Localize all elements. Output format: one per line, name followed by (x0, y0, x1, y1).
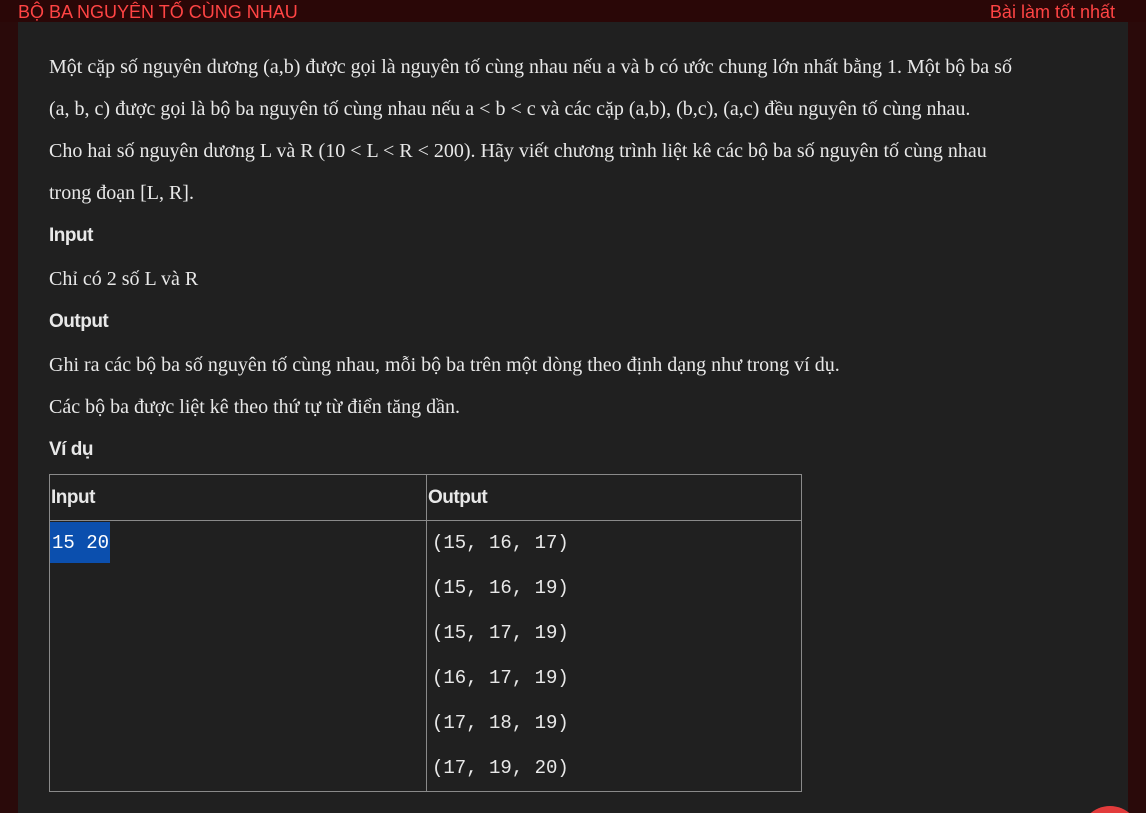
output-heading: Output (49, 311, 109, 332)
best-solution-link[interactable]: Bài làm tốt nhất (990, 1, 1115, 23)
table-header-row: Input Output (49, 474, 802, 521)
output-text-line: Các bộ ba được liệt kê theo thứ tự từ đi… (49, 396, 461, 418)
problem-panel: Một cặp số nguyên dương (a,b) được gọi l… (18, 22, 1128, 813)
description-line: Cho hai số nguyên dương L và R (10 < L <… (49, 140, 987, 162)
description-line: trong đoạn [L, R]. (49, 182, 194, 204)
output-line: (15, 16, 19) (432, 577, 569, 599)
output-line: (17, 18, 19) (432, 712, 569, 734)
example-output-cell: (15, 16, 17) (15, 16, 19) (15, 17, 19) (… (426, 520, 802, 792)
output-text-line: Ghi ra các bộ ba số nguyên tố cùng nhau,… (49, 354, 840, 376)
problem-content: Một cặp số nguyên dương (a,b) được gọi l… (49, 46, 1109, 792)
description-line: Một cặp số nguyên dương (a,b) được gọi l… (49, 56, 1012, 78)
example-input-cell: 15 20 (49, 520, 427, 792)
output-line: (15, 16, 17) (432, 532, 569, 554)
table-header-output: Output (426, 474, 802, 521)
example-input-value[interactable]: 15 20 (50, 522, 111, 563)
input-text: Chỉ có 2 số L và R (49, 268, 199, 290)
table-row: 15 20 (15, 16, 17) (15, 16, 19) (15, 17,… (49, 520, 802, 792)
top-bar: BỘ BA NGUYÊN TỐ CÙNG NHAU Bài làm tốt nh… (0, 0, 1146, 22)
input-heading: Input (49, 225, 93, 246)
problem-title: BỘ BA NGUYÊN TỐ CÙNG NHAU (18, 2, 298, 22)
example-heading: Ví dụ (49, 439, 93, 460)
example-table: Input Output 15 20 (15, 16, 17) (15, 16,… (49, 474, 802, 792)
table-header-input: Input (49, 474, 427, 521)
output-line: (17, 19, 20) (432, 757, 569, 779)
output-line: (15, 17, 19) (432, 622, 569, 644)
description-line: (a, b, c) được gọi là bộ ba nguyên tố cù… (49, 98, 971, 120)
output-line: (16, 17, 19) (432, 667, 569, 689)
